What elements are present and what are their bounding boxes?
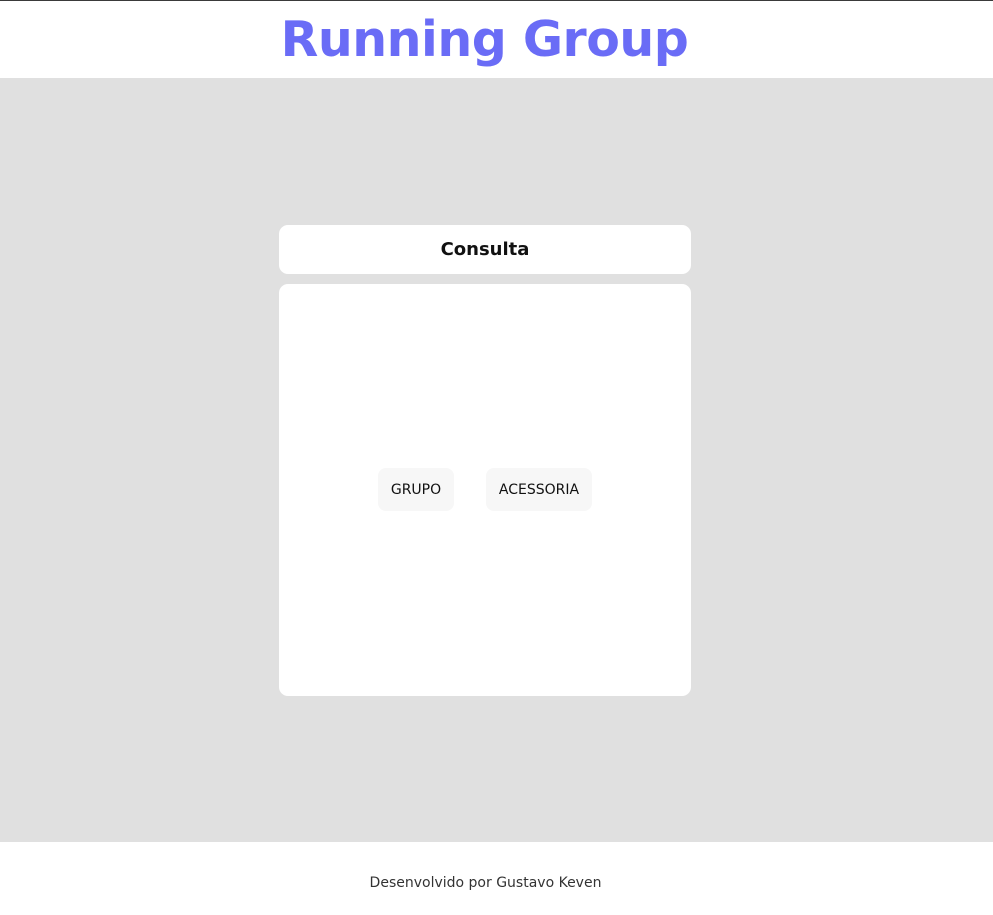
page-header: Running Group [0, 1, 993, 78]
consulta-header-card: Consulta [279, 225, 691, 274]
grupo-button[interactable]: GRUPO [378, 468, 454, 511]
page-footer: Desenvolvido por Gustavo Keven [0, 842, 993, 915]
app-title: Running Group [280, 11, 689, 68]
acessoria-button[interactable]: ACESSORIA [486, 468, 592, 511]
consulta-title: Consulta [440, 239, 530, 260]
consulta-options-card: GRUPO ACESSORIA [279, 284, 691, 696]
footer-credit: Desenvolvido por Gustavo Keven [369, 874, 602, 891]
main-content: Consulta GRUPO ACESSORIA [0, 78, 993, 842]
